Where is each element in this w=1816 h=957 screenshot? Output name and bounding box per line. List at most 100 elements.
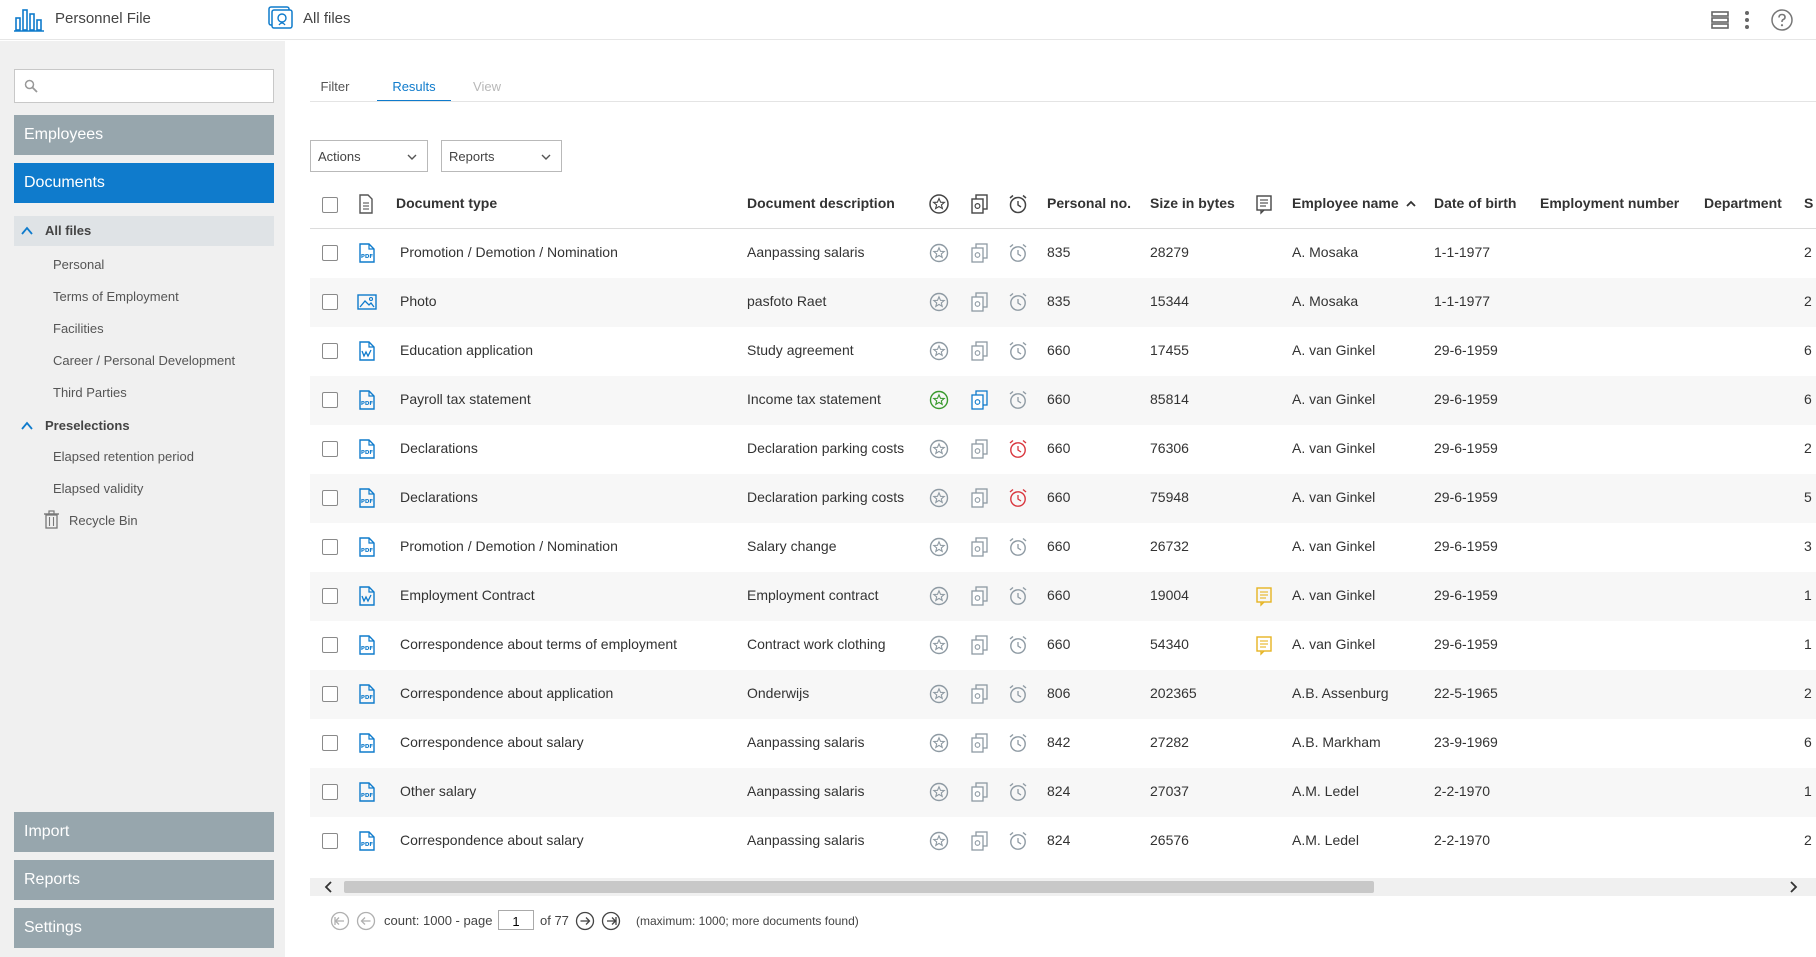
nav-settings[interactable]: Settings [14, 908, 274, 948]
row-checkbox[interactable] [322, 392, 338, 408]
archive-icon[interactable] [968, 585, 990, 607]
help-icon[interactable] [1770, 8, 1794, 32]
table-row[interactable]: PDF Payroll tax statement Income tax state… [310, 376, 1816, 425]
tree-item-terms-of-employment[interactable]: Terms of Employment [53, 289, 179, 304]
trash-icon[interactable] [43, 510, 60, 529]
col-document-description[interactable]: Document description [747, 195, 895, 211]
alarm-icon[interactable] [1007, 830, 1029, 852]
note-icon[interactable] [1253, 634, 1275, 656]
row-checkbox[interactable] [322, 784, 338, 800]
favorite-icon[interactable] [928, 830, 950, 852]
chevron-up-icon[interactable] [20, 224, 34, 238]
table-row[interactable]: PDF Correspondence about terms of employm… [310, 621, 1816, 670]
previous-page-icon[interactable] [356, 911, 376, 931]
tree-all-files[interactable]: All files [14, 216, 274, 246]
table-row[interactable]: PDF Correspondence about application Onder… [310, 670, 1816, 719]
alarm-icon[interactable] [1007, 732, 1029, 754]
col-size[interactable]: Size in bytes [1150, 195, 1235, 211]
page-number-input[interactable] [498, 910, 534, 930]
alarm-icon[interactable] [1007, 487, 1029, 509]
tree-item-elapsed-retention[interactable]: Elapsed retention period [53, 449, 194, 464]
tab-results[interactable]: Results [377, 70, 451, 102]
col-employee-name[interactable]: Employee name [1292, 195, 1416, 211]
favorite-icon[interactable] [928, 634, 950, 656]
favorite-icon[interactable] [928, 487, 950, 509]
alarm-icon[interactable] [1007, 683, 1029, 705]
next-page-icon[interactable] [575, 911, 595, 931]
col-employment-number[interactable]: Employment number [1540, 195, 1679, 211]
col-document-type[interactable]: Document type [396, 195, 497, 211]
archive-icon[interactable] [968, 683, 990, 705]
table-row[interactable]: PDF Declarations Declaration parking costs… [310, 425, 1816, 474]
list-view-icon[interactable] [1708, 8, 1732, 32]
alarm-icon[interactable] [1007, 634, 1029, 656]
archive-icon[interactable] [968, 291, 990, 313]
alarm-icon[interactable] [1007, 340, 1029, 362]
nav-employees[interactable]: Employees [14, 115, 274, 155]
nav-import[interactable]: Import [14, 812, 274, 852]
row-checkbox[interactable] [322, 735, 338, 751]
archive-icon[interactable] [968, 536, 990, 558]
search-input[interactable] [45, 74, 267, 98]
favorite-icon[interactable] [928, 242, 950, 264]
nav-documents[interactable]: Documents [14, 163, 274, 203]
col-next-truncated[interactable]: S [1804, 195, 1813, 211]
nav-reports[interactable]: Reports [14, 860, 274, 900]
scrollbar-thumb[interactable] [344, 881, 1374, 893]
alarm-icon[interactable] [1007, 242, 1029, 264]
alarm-icon[interactable] [1007, 389, 1029, 411]
archive-icon[interactable] [968, 438, 990, 460]
first-page-icon[interactable] [330, 911, 350, 931]
favorite-icon[interactable] [928, 585, 950, 607]
chevron-up-icon[interactable] [20, 419, 34, 433]
tree-preselections[interactable]: Preselections [14, 411, 274, 441]
alarm-icon[interactable] [1007, 536, 1029, 558]
tab-filter[interactable]: Filter [310, 70, 360, 102]
tree-item-third-parties[interactable]: Third Parties [53, 385, 127, 400]
row-checkbox[interactable] [322, 294, 338, 310]
favorite-icon[interactable] [928, 732, 950, 754]
search-box[interactable] [14, 69, 274, 103]
favorite-icon[interactable] [928, 781, 950, 803]
archive-icon[interactable] [968, 242, 990, 264]
alarm-icon[interactable] [1007, 291, 1029, 313]
row-checkbox[interactable] [322, 539, 338, 555]
scroll-left-icon[interactable] [322, 880, 336, 894]
col-department[interactable]: Department [1704, 195, 1782, 211]
alarm-icon[interactable] [1007, 585, 1029, 607]
favorite-icon[interactable] [928, 340, 950, 362]
tree-item-elapsed-validity[interactable]: Elapsed validity [53, 481, 143, 496]
table-row[interactable]: PDF Other salary Aanpassing salaris 824 2703… [310, 768, 1816, 817]
row-checkbox[interactable] [322, 245, 338, 261]
tree-item-recycle-bin[interactable]: Recycle Bin [69, 513, 138, 528]
select-all-checkbox[interactable] [322, 197, 338, 213]
note-icon[interactable] [1253, 585, 1275, 607]
favorite-icon[interactable] [928, 536, 950, 558]
reports-dropdown[interactable]: Reports [441, 140, 562, 172]
row-checkbox[interactable] [322, 343, 338, 359]
row-checkbox[interactable] [322, 833, 338, 849]
row-checkbox[interactable] [322, 588, 338, 604]
table-row[interactable]: PDF Declarations Declaration parking costs… [310, 474, 1816, 523]
archive-icon[interactable] [968, 781, 990, 803]
last-page-icon[interactable] [601, 911, 621, 931]
row-checkbox[interactable] [322, 637, 338, 653]
table-row[interactable]: Education application Study agreement 660 1… [310, 327, 1816, 376]
favorite-icon[interactable] [928, 683, 950, 705]
archive-icon[interactable] [968, 487, 990, 509]
row-checkbox[interactable] [322, 441, 338, 457]
table-row[interactable]: PDF Correspondence about salary Aanpassing… [310, 719, 1816, 768]
more-options-icon[interactable] [1735, 8, 1759, 32]
archive-icon[interactable] [968, 340, 990, 362]
table-row[interactable]: PDF Promotion / Demotion / Nomination Sala… [310, 523, 1816, 572]
archive-icon[interactable] [968, 830, 990, 852]
horizontal-scrollbar[interactable] [310, 878, 1816, 896]
alarm-icon[interactable] [1007, 438, 1029, 460]
table-row[interactable]: PDF Correspondence about salary Aanpassing… [310, 817, 1816, 866]
col-personal-no[interactable]: Personal no. [1047, 195, 1131, 211]
alarm-icon[interactable] [1007, 781, 1029, 803]
tree-item-facilities[interactable]: Facilities [53, 321, 104, 336]
favorite-icon[interactable] [928, 438, 950, 460]
tree-item-career[interactable]: Career / Personal Development [53, 353, 235, 368]
archive-icon[interactable] [968, 634, 990, 656]
